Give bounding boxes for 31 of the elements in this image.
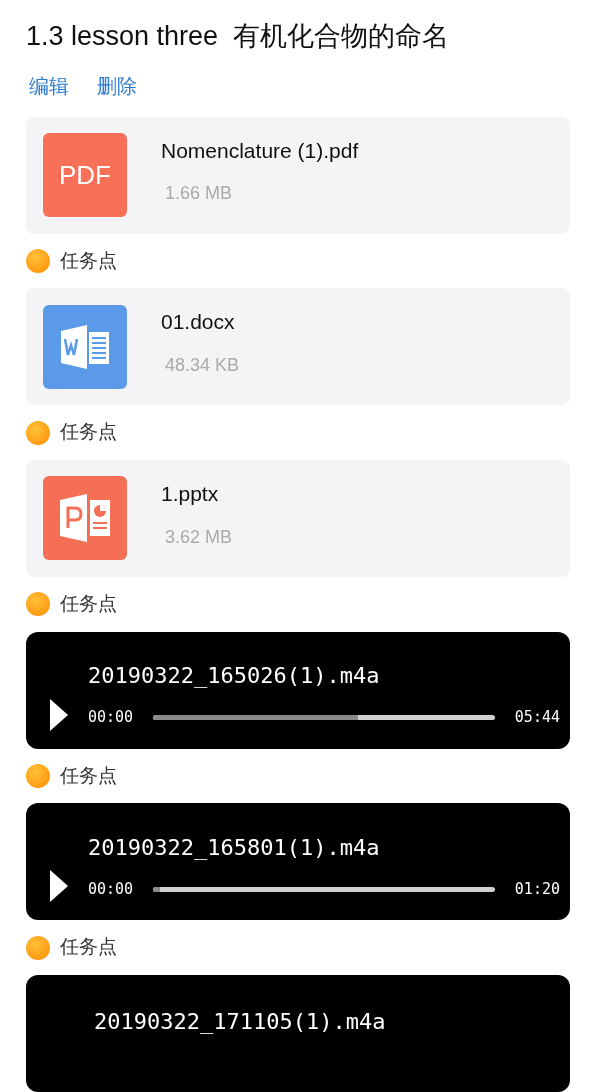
pdf-icon: PDF (43, 133, 127, 217)
page-title: 1.3 lesson three 有机化合物的命名 (26, 20, 451, 53)
file-size: 48.34 KB (165, 353, 240, 377)
task-point-label: 任务点 (60, 935, 117, 960)
progress-track[interactable] (153, 886, 495, 892)
task-point-label: 任务点 (60, 592, 117, 616)
file-card[interactable]: PDF Nomenclature (1).pdf 1.66 MB (26, 116, 570, 234)
audio-file-name: 20190322_165801(1).m4a (88, 833, 381, 862)
file-name: 1.pptx (161, 481, 220, 508)
play-icon[interactable] (50, 698, 68, 731)
action-link[interactable]: 编辑 (29, 70, 69, 101)
audio-file-name: 20190322_165026(1).m4a (88, 662, 381, 691)
audio-file-name: 20190322_171105(1).m4a (94, 1008, 387, 1036)
progress-track[interactable] (153, 714, 495, 720)
duration-time: 01:20 (514, 878, 560, 900)
task-point-label: 任务点 (60, 420, 117, 445)
task-point-label: 任务点 (60, 248, 117, 273)
file-size: 1.66 MB (165, 182, 234, 206)
duration-time: 05:44 (514, 707, 560, 729)
current-time: 00:00 (88, 707, 134, 729)
word-document-icon (43, 304, 127, 389)
action-link[interactable]: 删除 (97, 70, 137, 101)
play-icon[interactable] (50, 870, 68, 903)
task-point-label: 任务点 (60, 763, 117, 788)
file-card[interactable]: 1.pptx 3.62 MB (26, 459, 570, 577)
file-size: 3.62 MB (165, 525, 233, 549)
current-time: 00:00 (88, 878, 134, 900)
presentation-icon (43, 476, 127, 561)
file-name: 01.docx (161, 309, 236, 336)
file-name: Nomenclature (1).pdf (161, 137, 359, 164)
file-card[interactable]: 01.docx 48.34 KB (26, 288, 570, 406)
